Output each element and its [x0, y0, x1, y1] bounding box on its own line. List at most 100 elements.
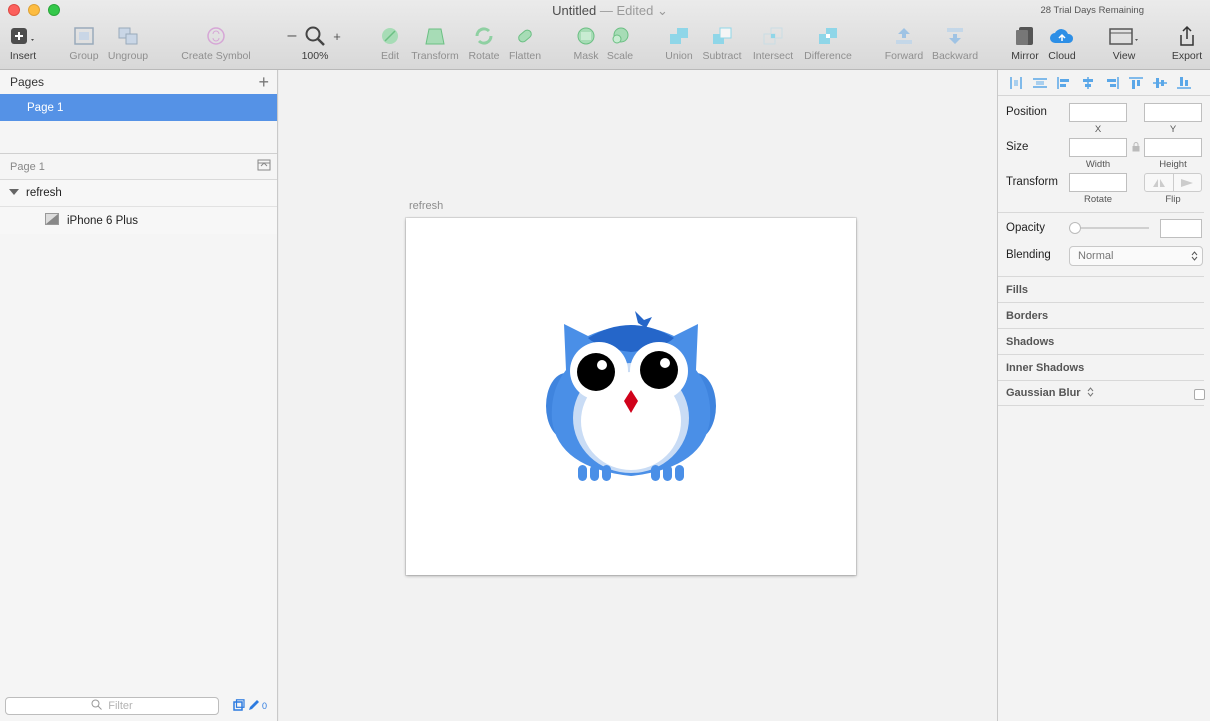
layer-group-row[interactable]: refresh — [0, 180, 277, 207]
layer-row[interactable]: iPhone 6 Plus — [0, 207, 277, 234]
position-label: Position — [1006, 106, 1047, 118]
mirror-button[interactable]: Mirror — [1008, 24, 1042, 64]
inner-shadows-section[interactable]: Inner Shadows — [998, 354, 1204, 380]
artboard[interactable] — [406, 218, 856, 575]
zoom-out-button[interactable]: – — [286, 24, 298, 64]
mask-label: Mask — [573, 50, 599, 62]
zoom-in-icon: + — [333, 28, 341, 44]
cloud-label: Cloud — [1048, 50, 1076, 62]
filter-input[interactable]: Filter — [5, 697, 219, 715]
rotate-field[interactable] — [1069, 173, 1127, 192]
disclosure-triangle-icon[interactable] — [9, 187, 19, 199]
scale-button[interactable]: Scale — [605, 24, 635, 64]
inspector-panel: Position X Y Size Width Height Transform… — [997, 70, 1210, 721]
group-button[interactable]: Group — [68, 24, 100, 64]
group-icon — [73, 24, 95, 48]
flip-control[interactable] — [1144, 173, 1202, 192]
transform-button[interactable]: Transform — [410, 24, 460, 64]
backward-button[interactable]: Backward — [930, 24, 980, 64]
flip-vertical-icon[interactable] — [1174, 174, 1202, 191]
rotate-button[interactable]: Rotate — [467, 24, 501, 64]
fills-section[interactable]: Fills — [998, 276, 1204, 302]
owl-right-eye-glint — [660, 358, 670, 368]
align-top-icon[interactable] — [1124, 73, 1148, 93]
view-button[interactable]: View — [1104, 24, 1144, 64]
filter-placeholder: Filter — [108, 700, 133, 712]
canvas[interactable]: refresh — [279, 70, 997, 721]
height-label: Height — [1159, 159, 1187, 170]
export-icon — [1176, 24, 1198, 48]
intersect-icon — [762, 24, 784, 48]
symbol-icon — [205, 24, 227, 48]
flatten-icon — [514, 24, 536, 48]
zoom-level: 100% — [301, 50, 329, 62]
current-page-label: Page 1 — [10, 160, 45, 173]
owl-right-pupil — [640, 351, 678, 389]
union-button[interactable]: Union — [663, 24, 695, 64]
mirror-label: Mirror — [1011, 50, 1039, 62]
artboard-title[interactable]: refresh — [409, 200, 443, 212]
gaussian-blur-section[interactable]: Gaussian Blur — [998, 380, 1205, 406]
mask-button[interactable]: Mask — [572, 24, 600, 64]
ungroup-button[interactable]: Ungroup — [106, 24, 150, 64]
add-page-icon[interactable]: + — [258, 73, 269, 91]
flip-label: Flip — [1165, 194, 1181, 205]
collapse-layers-icon[interactable] — [257, 159, 271, 174]
document-title[interactable]: Untitled — Edited ⌄ — [0, 3, 1210, 19]
search-icon — [91, 699, 103, 713]
x-field[interactable] — [1069, 103, 1127, 122]
shadows-section[interactable]: Shadows — [998, 328, 1204, 354]
layer-group-name: refresh — [26, 187, 62, 199]
align-middle-icon[interactable] — [1148, 73, 1172, 93]
distribute-vertical-icon[interactable] — [1028, 73, 1052, 93]
align-center-icon[interactable] — [1076, 73, 1100, 93]
union-icon — [668, 24, 690, 48]
opacity-slider-track[interactable] — [1069, 227, 1149, 229]
backward-label: Backward — [931, 50, 979, 62]
create-symbol-button[interactable]: Create Symbol — [180, 24, 252, 64]
difference-button[interactable]: Difference — [801, 24, 855, 64]
zoom-control[interactable]: 100% — [300, 24, 330, 64]
width-field[interactable] — [1069, 138, 1127, 157]
alignment-toolbar — [998, 70, 1210, 96]
opacity-label: Opacity — [1006, 222, 1045, 234]
edited-label: — Edited — [599, 3, 654, 18]
slices-filter-icon[interactable] — [248, 699, 260, 714]
y-label: Y — [1169, 124, 1177, 135]
intersect-button[interactable]: Intersect — [750, 24, 796, 64]
zoom-out-icon: – — [287, 27, 297, 44]
lock-icon[interactable] — [1132, 142, 1140, 155]
align-left-icon[interactable] — [1052, 73, 1076, 93]
symbols-filter-icon[interactable] — [233, 698, 245, 714]
distribute-horizontal-icon[interactable] — [1004, 73, 1028, 93]
export-button[interactable]: Export — [1168, 24, 1206, 64]
subtract-button[interactable]: Subtract — [700, 24, 744, 64]
zoom-in-button[interactable]: + — [331, 24, 343, 64]
pages-title: Pages — [10, 75, 45, 89]
page-item[interactable]: Page 1 — [0, 94, 277, 121]
borders-section[interactable]: Borders — [998, 302, 1204, 328]
gaussian-blur-checkbox[interactable] — [1194, 389, 1205, 400]
flatten-button[interactable]: Flatten — [506, 24, 544, 64]
cloud-button[interactable]: Cloud — [1046, 24, 1078, 64]
mask-icon — [575, 24, 597, 48]
edit-button[interactable]: Edit — [376, 24, 404, 64]
align-bottom-icon[interactable] — [1172, 73, 1196, 93]
flip-horizontal-icon[interactable] — [1145, 174, 1174, 191]
height-field[interactable] — [1144, 138, 1202, 157]
blur-type-arrows-icon[interactable] — [1087, 386, 1094, 401]
group-label: Group — [69, 50, 99, 62]
ungroup-label: Ungroup — [107, 50, 149, 62]
align-right-icon[interactable] — [1100, 73, 1124, 93]
opacity-field[interactable] — [1160, 219, 1202, 238]
owl-illustration[interactable] — [406, 218, 856, 575]
forward-icon — [893, 24, 915, 48]
toolbar: Untitled — Edited ⌄ 28 Trial Days Remain… — [0, 0, 1210, 70]
opacity-slider-knob[interactable] — [1069, 222, 1081, 234]
insert-button[interactable]: Insert — [8, 24, 38, 64]
pages-header: Pages + — [0, 70, 277, 94]
blending-select[interactable]: Normal — [1069, 246, 1203, 266]
owl-left-pupil — [577, 353, 615, 391]
forward-button[interactable]: Forward — [883, 24, 925, 64]
y-field[interactable] — [1144, 103, 1202, 122]
